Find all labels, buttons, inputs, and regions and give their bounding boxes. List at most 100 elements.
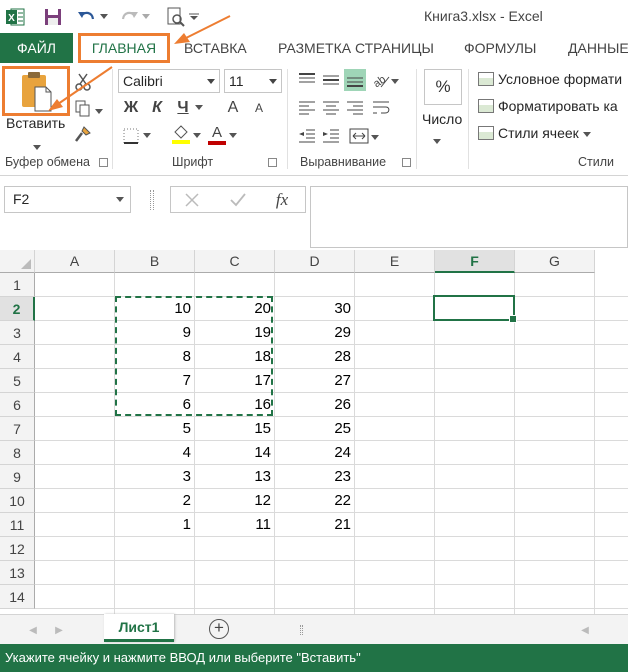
cell-value[interactable]: 28 [275,345,355,369]
scroll-left-icon[interactable]: ◀ [574,619,596,641]
align-middle-icon[interactable] [320,69,342,91]
row-header-6[interactable]: 6 [0,393,35,417]
alignment-launcher-icon[interactable] [402,158,411,167]
save-icon[interactable] [42,6,64,28]
paste-button[interactable] [2,66,70,116]
merge-dropdown-icon[interactable] [370,127,380,149]
cell-value[interactable]: 30 [275,297,355,321]
row-header-4[interactable]: 4 [0,345,35,369]
row-header-3[interactable]: 3 [0,321,35,345]
font-grow-button[interactable]: A [222,97,244,119]
cell-value[interactable]: 22 [275,489,355,513]
cell-value[interactable]: 15 [195,417,275,441]
formula-bar-grip[interactable] [150,190,154,210]
column-header-a[interactable]: A [35,250,115,273]
column-header-d[interactable]: D [275,250,355,273]
cell-styles-button[interactable]: Стили ячеек [478,125,591,141]
add-sheet-icon[interactable]: + [209,619,229,639]
column-header-c[interactable]: C [195,250,275,273]
column-header-e[interactable]: E [355,250,435,273]
font-size-combo[interactable]: 11 [224,69,282,93]
prev-sheet-icon[interactable]: ◀ [22,619,44,641]
select-all-corner[interactable] [0,250,35,273]
row-header-14[interactable]: 14 [0,585,35,609]
tab-formulas[interactable]: ФОРМУЛЫ [464,33,536,63]
tab-splitter[interactable] [300,625,303,635]
merge-center-icon[interactable] [348,125,370,147]
cell-value[interactable]: 25 [275,417,355,441]
row-header-2[interactable]: 2 [0,297,35,321]
cell-value[interactable]: 27 [275,369,355,393]
font-shrink-button[interactable]: A [248,97,270,119]
cell-value[interactable]: 11 [195,513,275,537]
row-header-8[interactable]: 8 [0,441,35,465]
undo-dropdown-icon[interactable] [98,6,110,28]
cell-value[interactable]: 23 [275,465,355,489]
font-color-button[interactable]: A [206,123,228,145]
row-header-10[interactable]: 10 [0,489,35,513]
align-right-icon[interactable] [344,97,366,119]
align-center-icon[interactable] [320,97,342,119]
italic-button[interactable]: К [146,97,168,119]
tab-file[interactable]: ФАЙЛ [0,33,73,63]
number-format-label[interactable]: Число [422,111,462,127]
column-header-b[interactable]: B [115,250,195,273]
cell-value[interactable]: 24 [275,441,355,465]
align-top-icon[interactable] [296,69,318,91]
tab-home[interactable]: ГЛАВНАЯ [78,33,170,63]
row-header-11[interactable]: 11 [0,513,35,537]
cell-value[interactable]: 14 [195,441,275,465]
redo-icon[interactable] [118,6,140,28]
borders-dropdown-icon[interactable] [142,125,152,147]
font-name-combo[interactable]: Calibri [118,69,220,93]
format-as-table-button[interactable]: Форматировать ка [478,98,618,114]
percent-button[interactable]: % [424,69,462,105]
conditional-formatting-button[interactable]: Условное формати [478,71,622,87]
sheet-tab-active[interactable]: Лист1 [104,614,174,642]
format-painter-icon[interactable] [72,123,94,145]
row-header-9[interactable]: 9 [0,465,35,489]
tab-insert[interactable]: ВСТАВКА [184,33,247,63]
cell-value[interactable]: 5 [115,417,195,441]
borders-icon[interactable] [120,125,142,147]
print-preview-icon[interactable] [164,6,186,28]
cell-value[interactable]: 3 [115,465,195,489]
undo-icon[interactable] [76,6,98,28]
column-header-g[interactable]: G [515,250,595,273]
cell-value[interactable]: 4 [115,441,195,465]
font-launcher-icon[interactable] [268,158,277,167]
cut-icon[interactable] [72,71,94,93]
row-header-7[interactable]: 7 [0,417,35,441]
fill-color-dropdown-icon[interactable] [192,125,202,147]
cell-value[interactable]: 26 [275,393,355,417]
increase-indent-icon[interactable] [320,125,342,147]
cell-value[interactable]: 12 [195,489,275,513]
underline-dropdown-icon[interactable] [194,97,204,119]
customize-toolbar-icon[interactable] [188,6,200,28]
cancel-icon[interactable] [181,189,203,211]
row-header-5[interactable]: 5 [0,369,35,393]
font-color-dropdown-icon[interactable] [228,125,238,147]
align-left-icon[interactable] [296,97,318,119]
text-direction-dropdown-icon[interactable] [390,71,400,93]
active-cell-f2[interactable] [433,295,517,323]
redo-dropdown-icon[interactable] [140,6,152,28]
underline-button[interactable]: Ч [172,97,194,119]
text-direction-icon[interactable]: ab [370,69,392,91]
formula-input[interactable] [310,186,628,248]
bold-button[interactable]: Ж [120,97,142,119]
decrease-indent-icon[interactable] [296,125,318,147]
clipboard-launcher-icon[interactable] [99,158,108,167]
name-box[interactable]: F2 [4,186,131,213]
row-header-1[interactable]: 1 [0,273,35,297]
align-bottom-icon[interactable] [344,69,366,91]
cell-value[interactable]: 1 [115,513,195,537]
copy-dropdown-icon[interactable] [94,101,104,123]
enter-checkmark-icon[interactable] [227,189,249,211]
cell-value[interactable]: 13 [195,465,275,489]
number-dropdown-icon[interactable] [432,131,442,153]
row-header-12[interactable]: 12 [0,537,35,561]
fill-color-icon[interactable] [170,123,192,145]
cell-value[interactable]: 2 [115,489,195,513]
row-header-13[interactable]: 13 [0,561,35,585]
